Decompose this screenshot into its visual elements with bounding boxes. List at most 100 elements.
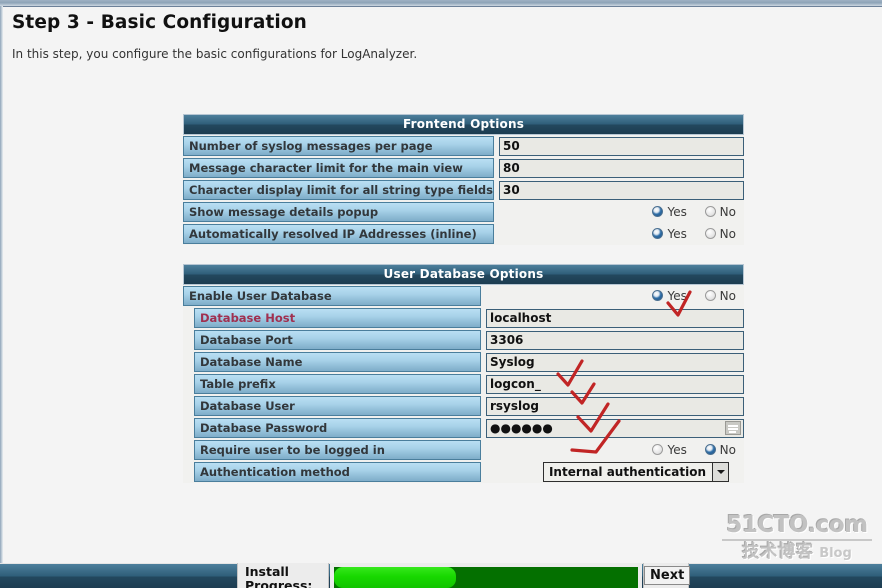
input-table-prefix[interactable]: [486, 374, 744, 394]
radio-label: Yes: [667, 443, 687, 458]
value-cell: [481, 329, 744, 351]
input-database-name[interactable]: [486, 352, 744, 372]
value-cell: Yes No: [481, 285, 744, 307]
value-cell: [494, 179, 744, 201]
radio-dot-unselected-icon: [704, 290, 716, 302]
user-database-options-table: User Database Options Enable User Databa…: [183, 264, 744, 483]
label-authentication-method: Authentication method: [194, 462, 481, 482]
value-cell: [481, 395, 744, 417]
frontend-section-title: Frontend Options: [183, 114, 744, 135]
select-selected-value: Internal authentication: [548, 465, 706, 479]
value-cell: [494, 157, 744, 179]
frontend-section-header-row: Frontend Options: [183, 114, 744, 135]
radio-dot-unselected-icon: [652, 444, 664, 456]
radio-enable-user-database-yes[interactable]: Yes: [652, 289, 687, 304]
progress-fill: [334, 567, 456, 588]
row-message-char-limit: Message character limit for the main vie…: [183, 157, 744, 179]
radio-show-details-popup-no[interactable]: No: [704, 205, 736, 219]
label-cell: Show message details popup: [183, 201, 494, 223]
radio-dot-selected-icon: [652, 228, 664, 240]
page-title: Step 3 - Basic Configuration: [12, 12, 307, 33]
row-messages-per-page: Number of syslog messages per page: [183, 135, 744, 157]
label-cell: Require user to be logged in: [183, 439, 481, 461]
label-cell: Database Password: [183, 417, 481, 439]
row-database-password: Database Password: [183, 417, 744, 439]
label-string-field-limit: Character display limit for all string t…: [183, 180, 494, 200]
radio-dot-selected-icon: [652, 206, 664, 218]
label-table-prefix: Table prefix: [194, 374, 481, 394]
value-cell: [481, 307, 744, 329]
label-database-host: Database Host: [194, 308, 481, 328]
window-left-rail: [0, 6, 3, 564]
watermark-subline: 技术博客 Blog: [722, 543, 872, 563]
watermark-site: 51CTO.com: [722, 513, 872, 541]
row-authentication-method: Authentication method Internal authentic…: [183, 461, 744, 483]
input-database-password[interactable]: [486, 418, 744, 438]
install-progress-bar: [330, 563, 642, 588]
input-database-port[interactable]: [486, 330, 744, 350]
radio-label: Yes: [667, 289, 687, 304]
label-auto-resolve-ip: Automatically resolved IP Addresses (inl…: [183, 224, 494, 244]
watermark-en-text: Blog: [819, 546, 852, 561]
select-authentication-method[interactable]: Internal authentication: [542, 462, 729, 482]
label-require-login: Require user to be logged in: [194, 440, 481, 460]
value-cell: Internal authentication: [481, 461, 744, 483]
radio-label: No: [719, 443, 736, 458]
label-show-details-popup: Show message details popup: [183, 202, 494, 222]
password-field-wrapper: [486, 418, 744, 438]
row-auto-resolve-ip: Automatically resolved IP Addresses (inl…: [183, 223, 744, 245]
radio-label: No: [719, 227, 736, 242]
label-database-port: Database Port: [194, 330, 481, 350]
row-string-field-limit: Character display limit for all string t…: [183, 179, 744, 201]
keyboard-icon[interactable]: [725, 420, 741, 435]
input-message-char-limit[interactable]: [499, 158, 744, 178]
row-require-login: Require user to be logged in Yes No: [183, 439, 744, 461]
row-database-port: Database Port: [183, 329, 744, 351]
next-button[interactable]: Next: [644, 566, 691, 585]
radio-require-login-no[interactable]: No: [704, 443, 736, 458]
radio-auto-resolve-ip-no[interactable]: No: [704, 227, 736, 242]
radio-dot-unselected-icon: [704, 206, 716, 218]
label-cell: Authentication method: [183, 461, 481, 483]
value-cell: [481, 373, 744, 395]
label-cell: Number of syslog messages per page: [183, 135, 494, 157]
label-messages-per-page: Number of syslog messages per page: [183, 136, 494, 156]
radio-enable-user-database-no[interactable]: No: [704, 289, 736, 304]
radio-label: No: [719, 289, 736, 304]
value-cell: [481, 417, 744, 439]
radio-group-enable-user-database: Yes No: [638, 289, 736, 304]
radio-dot-selected-icon: [704, 444, 716, 456]
page-header: Step 3 - Basic Configuration In this ste…: [12, 10, 712, 62]
radio-dot-selected-icon: [652, 290, 664, 302]
radio-auto-resolve-ip-yes[interactable]: Yes: [652, 227, 687, 241]
radio-label: Yes: [667, 205, 687, 220]
row-database-name: Database Name: [183, 351, 744, 373]
input-string-field-limit[interactable]: [499, 180, 744, 200]
radio-group-show-details-popup: Yes No: [638, 205, 736, 220]
value-cell: Yes No: [481, 439, 744, 461]
radio-dot-unselected-icon: [704, 228, 716, 240]
value-cell: Yes No: [494, 223, 744, 245]
label-cell: Database User: [183, 395, 481, 417]
radio-group-require-login: Yes No: [638, 443, 736, 458]
window-top-strip: [0, 0, 882, 7]
label-cell: Character display limit for all string t…: [183, 179, 494, 201]
label-cell: Database Port: [183, 329, 481, 351]
watermark-cn-text: 技术博客: [742, 542, 815, 562]
radio-show-details-popup-yes[interactable]: Yes: [652, 205, 687, 220]
label-cell: Database Host: [183, 307, 481, 329]
install-progress-label: Install Progress:: [237, 563, 329, 588]
input-database-user[interactable]: [486, 396, 744, 416]
userdb-section-header-row: User Database Options: [183, 264, 744, 285]
input-database-host[interactable]: [486, 308, 744, 328]
installer-page: Step 3 - Basic Configuration In this ste…: [0, 0, 882, 588]
chevron-down-icon: [712, 463, 728, 481]
value-cell: [494, 135, 744, 157]
row-show-details-popup: Show message details popup Yes No: [183, 201, 744, 223]
input-messages-per-page[interactable]: [499, 136, 744, 156]
value-cell: Yes No: [494, 201, 744, 223]
radio-require-login-yes[interactable]: Yes: [652, 443, 687, 458]
label-cell: Enable User Database: [183, 285, 481, 307]
radio-group-auto-resolve-ip: Yes No: [638, 227, 736, 242]
frontend-options-table: Frontend Options Number of syslog messag…: [183, 114, 744, 245]
